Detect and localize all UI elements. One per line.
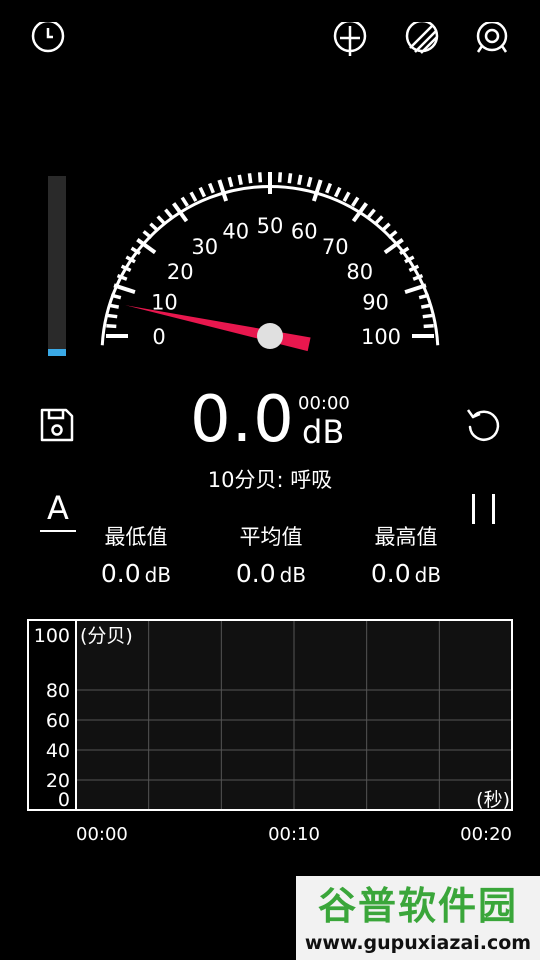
sound-meter-gauge: 010203040 50 60708090100	[100, 172, 440, 352]
reset-icon[interactable]	[464, 406, 504, 446]
gauge-tick	[333, 186, 342, 198]
gauge-tick	[257, 172, 263, 183]
gauge-tick	[418, 293, 430, 300]
gauge-scale-label: 0	[152, 325, 165, 349]
gauge-tick	[237, 174, 243, 186]
chart-x-tick-label: 00:20	[460, 824, 512, 842]
watermark-title: 谷普软件园	[317, 884, 518, 928]
chart-x-axis-label: (秒)	[476, 789, 510, 811]
gauge-tick	[351, 202, 369, 223]
gauge-tick	[164, 208, 174, 219]
stat-unit: dB	[279, 563, 307, 587]
gauge-tick	[149, 222, 159, 232]
gauge-tick	[208, 182, 215, 194]
gauge-tick	[110, 293, 122, 300]
settings-icon[interactable]	[472, 22, 512, 58]
gauge-scale-label: 60	[291, 219, 318, 243]
pause-bar-right	[492, 494, 495, 524]
stat-value: 0.0	[100, 559, 141, 588]
chart-y-tick-label: 0	[58, 789, 70, 811]
gauge-tick	[342, 191, 351, 202]
gauge-tick	[374, 215, 384, 225]
gauge-tick	[387, 230, 398, 240]
gauge-tick	[217, 179, 229, 202]
stat-unit: dB	[414, 563, 442, 587]
gauge-tick	[106, 323, 117, 329]
stat-value: 0.0	[235, 559, 276, 588]
chart-y-tick-label: 60	[46, 710, 70, 732]
gauge-tick	[142, 230, 153, 240]
chart-y-tick-label: 80	[46, 680, 70, 702]
gauge-tick	[227, 176, 234, 188]
gauge-tick	[423, 323, 434, 329]
watermark-url: www.gupuxiazai.com	[304, 932, 532, 954]
gauge-scale-label: 80	[346, 260, 373, 284]
gauge-tick	[113, 283, 136, 295]
gauge-tick	[325, 182, 332, 194]
pause-bar-left	[472, 494, 475, 524]
gauge-tick	[404, 283, 427, 295]
gauge-scale-label: 30	[191, 235, 218, 259]
crosshair-icon[interactable]	[330, 22, 370, 58]
gauge-tick	[422, 313, 433, 319]
gauge-tick	[189, 191, 198, 202]
chart-y-axis-label: (分贝)	[80, 625, 133, 647]
gauge-needle-hub	[257, 323, 283, 349]
noise-description: 10分贝: 呼吸	[207, 468, 333, 492]
stat-max: 最高值 0.0 dB	[326, 522, 486, 595]
watermark: 谷普软件园 www.gupuxiazai.com	[296, 876, 540, 960]
gauge-tick	[420, 303, 432, 309]
gauge-tick	[287, 173, 293, 184]
db-unit: dB	[302, 413, 345, 451]
pause-icon[interactable]	[470, 494, 498, 524]
gauge-tick	[180, 196, 189, 207]
gauge-tick	[351, 196, 360, 207]
gauge-scale-label: 50	[257, 214, 284, 238]
save-icon[interactable]	[38, 406, 76, 444]
gauge-tick	[198, 186, 207, 198]
elapsed-time: 00:00	[298, 393, 350, 414]
gauge-tick	[311, 179, 323, 202]
gauge-tick	[107, 313, 118, 319]
gauge-scale-label: 40	[222, 219, 249, 243]
gauge-arc	[100, 184, 440, 346]
stat-value: 0.0	[370, 559, 411, 588]
gauge-tick	[171, 202, 189, 223]
decibel-history-chart: 100806040200(分贝)(秒)00:00 00:10 00:20	[27, 619, 513, 842]
gauge-tick	[247, 173, 253, 184]
chart-y-tick-label: 40	[46, 740, 70, 762]
gauge-tick	[108, 303, 120, 309]
current-db-value: 0.0	[190, 383, 295, 457]
theme-icon[interactable]	[402, 22, 442, 58]
stat-label: 最高值	[374, 525, 438, 549]
gauge-tick	[381, 222, 391, 232]
chart-x-tick-label: 00:00	[76, 824, 128, 842]
gauge-tick	[297, 174, 303, 186]
gauge-tick	[408, 264, 420, 273]
gauge-scale-label: 90	[362, 291, 389, 315]
gauge-tick	[366, 208, 376, 219]
gauge-tick	[156, 215, 166, 225]
stat-unit: dB	[144, 563, 172, 587]
history-icon[interactable]	[30, 22, 66, 58]
gauge-tick	[277, 172, 283, 183]
gauge-scale-label: 20	[167, 260, 194, 284]
gauge-tick	[120, 264, 132, 273]
gauge-tick	[306, 176, 313, 188]
gauge-scale-label: 100	[361, 325, 401, 349]
chart-y-tick-label: 100	[34, 625, 70, 647]
chart-x-tick-label: 00:10	[268, 824, 320, 842]
gauge-scale-label: 70	[322, 235, 349, 259]
